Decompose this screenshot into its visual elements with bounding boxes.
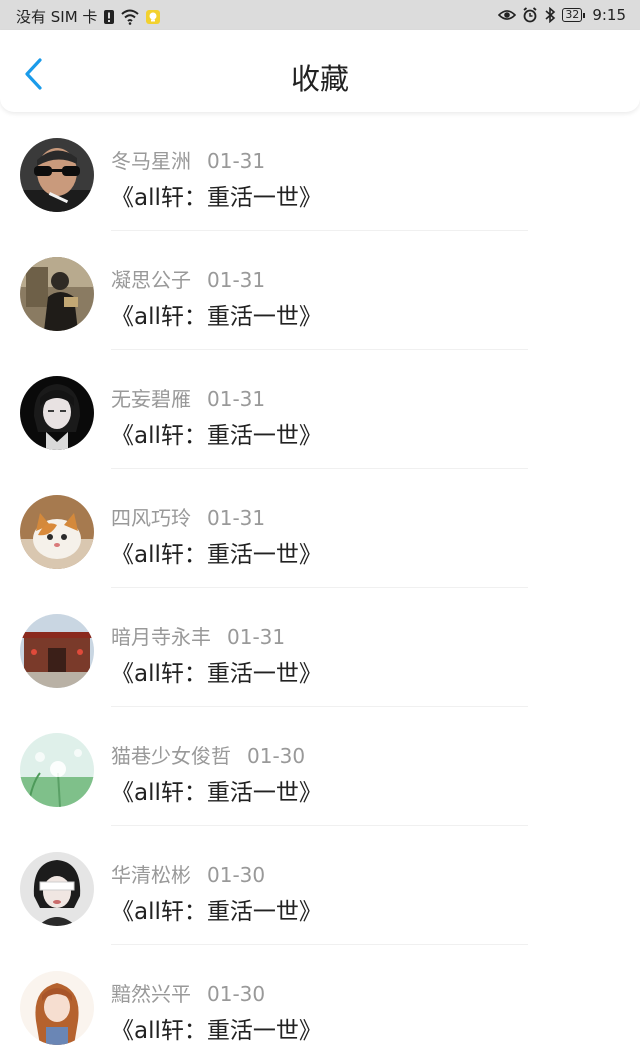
item-meta: 暗月寺永丰 01-31 bbox=[111, 621, 285, 650]
book-title[interactable]: 《all轩：重活一世》 bbox=[111, 178, 322, 212]
item-meta: 冬马星洲 01-31 bbox=[111, 145, 265, 174]
list-item[interactable]: 猫巷少女俊哲 01-30 《all轩：重活一世》 bbox=[0, 707, 640, 826]
list-item[interactable]: 暗月寺永丰 01-31 《all轩：重活一世》 bbox=[0, 588, 640, 707]
item-meta: 黯然兴平 01-30 bbox=[111, 978, 265, 1007]
avatar[interactable] bbox=[20, 138, 94, 212]
item-meta: 凝思公子 01-31 bbox=[111, 264, 265, 293]
user-name: 华清松彬 bbox=[111, 863, 191, 887]
status-right: 32 9:15 bbox=[498, 6, 626, 24]
book-title[interactable]: 《all轩：重活一世》 bbox=[111, 535, 322, 569]
sim-alert-icon bbox=[103, 9, 115, 25]
bluetooth-icon bbox=[544, 7, 556, 23]
user-name: 冬马星洲 bbox=[111, 149, 191, 173]
item-date: 01-31 bbox=[207, 149, 266, 173]
user-name: 无妄碧雁 bbox=[111, 387, 191, 411]
item-meta: 四风巧玲 01-31 bbox=[111, 502, 265, 531]
item-date: 01-31 bbox=[207, 268, 266, 292]
book-title[interactable]: 《all轩：重活一世》 bbox=[111, 297, 322, 331]
eye-icon bbox=[498, 8, 517, 22]
avatar[interactable] bbox=[20, 495, 94, 569]
favorites-list: 冬马星洲 01-31 《all轩：重活一世》 凝思公子 01-31 《all轩：重活… bbox=[0, 112, 640, 1064]
avatar[interactable] bbox=[20, 971, 94, 1045]
carrier-label: 没有 SIM 卡 bbox=[16, 8, 98, 26]
list-item[interactable]: 华清松彬 01-30 《all轩：重活一世》 bbox=[0, 826, 640, 945]
item-date: 01-31 bbox=[207, 387, 266, 411]
user-name: 猫巷少女俊哲 bbox=[111, 744, 231, 768]
list-item[interactable]: 无妄碧雁 01-31 《all轩：重活一世》 bbox=[0, 350, 640, 469]
item-date: 01-30 bbox=[247, 744, 306, 768]
user-name: 黯然兴平 bbox=[111, 982, 191, 1006]
user-name: 暗月寺永丰 bbox=[111, 625, 211, 649]
list-item[interactable]: 冬马星洲 01-31 《all轩：重活一世》 bbox=[0, 112, 640, 231]
avatar[interactable] bbox=[20, 257, 94, 331]
battery-icon: 32 bbox=[562, 8, 586, 22]
status-bar: 没有 SIM 卡 32 9:15 bbox=[0, 0, 640, 30]
item-meta: 无妄碧雁 01-31 bbox=[111, 383, 265, 412]
item-meta: 华清松彬 01-30 bbox=[111, 859, 265, 888]
book-title[interactable]: 《all轩：重活一世》 bbox=[111, 654, 322, 688]
item-date: 01-31 bbox=[207, 506, 266, 530]
item-date: 01-31 bbox=[227, 625, 286, 649]
list-item[interactable]: 四风巧玲 01-31 《all轩：重活一世》 bbox=[0, 469, 640, 588]
alarm-icon bbox=[522, 7, 538, 23]
avatar[interactable] bbox=[20, 733, 94, 807]
item-date: 01-30 bbox=[207, 863, 266, 887]
user-name: 凝思公子 bbox=[111, 268, 191, 292]
avatar[interactable] bbox=[20, 376, 94, 450]
book-title[interactable]: 《all轩：重活一世》 bbox=[111, 892, 322, 926]
status-left: 没有 SIM 卡 bbox=[16, 6, 161, 27]
wifi-icon bbox=[121, 9, 140, 25]
page-title: 收藏 bbox=[290, 62, 349, 96]
list-item[interactable]: 凝思公子 01-31 《all轩：重活一世》 bbox=[0, 231, 640, 350]
avatar[interactable] bbox=[20, 852, 94, 926]
book-title[interactable]: 《all轩：重活一世》 bbox=[111, 416, 322, 450]
status-time: 9:15 bbox=[592, 6, 626, 24]
avatar[interactable] bbox=[20, 614, 94, 688]
list-item[interactable]: 黯然兴平 01-30 《all轩：重活一世》 bbox=[0, 945, 640, 1064]
book-title[interactable]: 《all轩：重活一世》 bbox=[111, 773, 322, 807]
item-meta: 猫巷少女俊哲 01-30 bbox=[111, 740, 305, 769]
book-title[interactable]: 《all轩：重活一世》 bbox=[111, 1011, 322, 1045]
nav-header: 收藏 bbox=[0, 30, 640, 112]
item-date: 01-30 bbox=[207, 982, 266, 1006]
user-name: 四风巧玲 bbox=[111, 506, 191, 530]
notification-icon bbox=[145, 9, 161, 25]
